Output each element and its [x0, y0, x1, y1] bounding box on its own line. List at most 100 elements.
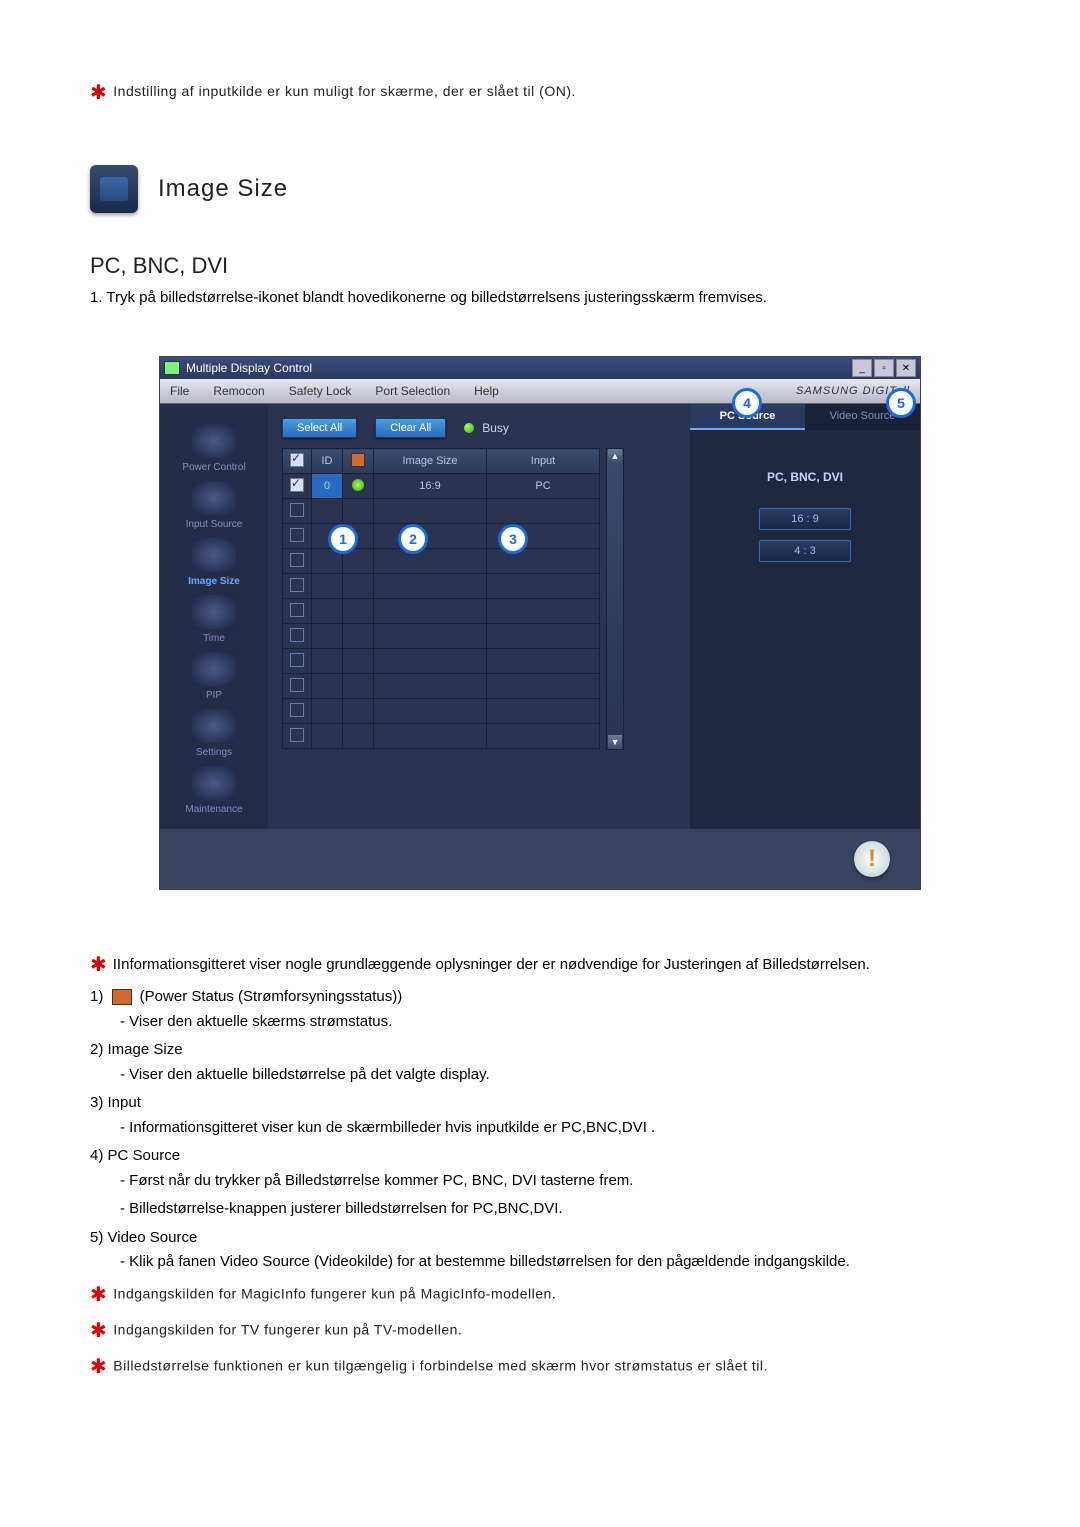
col-image-size: Image Size: [374, 449, 487, 474]
info-grid: ID Image Size Input 0 16:9 PC: [282, 448, 600, 749]
note-4-sub1: - Først når du trykker på Billedstørrels…: [90, 1170, 990, 1193]
row-checkbox[interactable]: [290, 628, 304, 642]
power-on-icon: [352, 479, 364, 491]
section-title: Image Size: [158, 175, 288, 203]
note-4-sub2: - Billedstørrelse-knappen justerer bille…: [90, 1198, 990, 1221]
menu-remocon[interactable]: Remocon: [213, 384, 264, 398]
note-text: IInformationsgitteret viser nogle grundl…: [113, 956, 870, 973]
sidebar-item-image-size[interactable]: Image Size: [188, 538, 240, 587]
intro-note-text: Indstilling af inputkilde er kun muligt …: [113, 83, 576, 99]
note-text: Billedstørrelse funktionen er kun tilgæn…: [113, 1357, 768, 1373]
row-checkbox[interactable]: [290, 553, 304, 567]
sidebar-item-settings[interactable]: Settings: [192, 709, 236, 758]
row-checkbox[interactable]: [290, 728, 304, 742]
sidebar-label: Image Size: [188, 576, 240, 587]
note-3-head: 3) Input: [90, 1092, 990, 1115]
header-checkbox[interactable]: [290, 453, 304, 467]
row-checkbox[interactable]: [290, 653, 304, 667]
cell-input: PC: [487, 474, 600, 499]
menu-port-selection[interactable]: Port Selection: [375, 384, 450, 398]
window-app-icon: [164, 361, 180, 375]
star-icon: ✱: [90, 1284, 107, 1306]
row-checkbox[interactable]: [290, 503, 304, 517]
note-text: Indgangskilden for TV fungerer kun på TV…: [113, 1321, 462, 1337]
scroll-down-icon[interactable]: ▼: [608, 735, 622, 749]
mdc-window: Multiple Display Control _ ▫ ✕ File Remo…: [159, 356, 921, 890]
row-checkbox[interactable]: [290, 678, 304, 692]
cell-size: 16:9: [374, 474, 487, 499]
note-text: Indgangskilden for MagicInfo fungerer ku…: [113, 1285, 556, 1301]
row-checkbox[interactable]: [290, 528, 304, 542]
note-4-head: 4) PC Source: [90, 1145, 990, 1168]
row-checkbox[interactable]: [290, 703, 304, 717]
ratio-16-9-button[interactable]: 16 : 9: [759, 508, 851, 530]
sidebar-item-input-source[interactable]: Input Source: [186, 481, 243, 530]
note-text: (Power Status (Strømforsyningsstatus)): [136, 988, 403, 1005]
maximize-button[interactable]: ▫: [874, 359, 894, 377]
power-header-icon: [351, 453, 365, 467]
window-footer: !: [160, 829, 920, 889]
note-1-sub: - Viser den aktuelle skærms strømstatus.: [90, 1011, 990, 1034]
menu-help[interactable]: Help: [474, 384, 499, 398]
window-titlebar: Multiple Display Control _ ▫ ✕: [160, 357, 920, 379]
sidebar-item-maintenance[interactable]: Maintenance: [185, 766, 242, 815]
callout-5: 5: [886, 388, 916, 418]
scroll-up-icon[interactable]: ▲: [608, 449, 622, 463]
col-id: ID: [312, 449, 343, 474]
note-2-sub: - Viser den aktuelle billedstørrelse på …: [90, 1064, 990, 1087]
sidebar-label: Settings: [196, 747, 232, 758]
menu-file[interactable]: File: [170, 384, 189, 398]
alert-icon: !: [854, 841, 890, 877]
note-5-head: 5) Video Source: [90, 1227, 990, 1250]
busy-dot-icon: [464, 423, 474, 433]
minimize-button[interactable]: _: [852, 359, 872, 377]
col-checkbox: [283, 449, 312, 474]
star-icon: ✱: [90, 1320, 107, 1342]
ratio-4-3-button[interactable]: 4 : 3: [759, 540, 851, 562]
close-button[interactable]: ✕: [896, 359, 916, 377]
star-icon: ✱: [90, 82, 107, 104]
callout-4: 4: [732, 388, 762, 418]
sidebar-item-power-control[interactable]: Power Control: [182, 424, 245, 473]
table-row[interactable]: [283, 699, 600, 724]
table-row[interactable]: [283, 549, 600, 574]
select-all-button[interactable]: Select All: [282, 418, 357, 438]
cell-id: 0: [312, 474, 343, 499]
sidebar-label: Input Source: [186, 519, 243, 530]
sidebar-label: Maintenance: [185, 804, 242, 815]
row-checkbox[interactable]: [290, 478, 304, 492]
image-size-section-icon: [90, 165, 138, 213]
sidebar-label: Time: [203, 633, 225, 644]
settings-icon: [192, 709, 236, 743]
row-checkbox[interactable]: [290, 603, 304, 617]
right-panel-label: PC, BNC, DVI: [690, 470, 920, 484]
note-3-sub: - Informationsgitteret viser kun de skær…: [90, 1117, 990, 1140]
star-icon: ✱: [90, 954, 107, 976]
power-control-icon: [192, 424, 236, 458]
table-row[interactable]: [283, 674, 600, 699]
callout-3: 3: [498, 524, 528, 554]
table-row[interactable]: [283, 499, 600, 524]
clear-all-button[interactable]: Clear All: [375, 418, 446, 438]
table-row[interactable]: [283, 574, 600, 599]
table-row[interactable]: [283, 599, 600, 624]
sidebar: Power Control Input Source Image Size Ti…: [160, 404, 268, 829]
footnote-availability: ✱Billedstørrelse funktionen er kun tilgæ…: [90, 1352, 990, 1382]
table-row[interactable]: [283, 649, 600, 674]
sidebar-item-pip[interactable]: PIP: [192, 652, 236, 701]
table-row[interactable]: 0 16:9 PC: [283, 474, 600, 499]
intro-note-line: ✱ Indstilling af inputkilde er kun muligt…: [90, 80, 990, 105]
callout-1: 1: [328, 524, 358, 554]
table-row[interactable]: [283, 624, 600, 649]
table-row[interactable]: [283, 724, 600, 749]
menu-safety-lock[interactable]: Safety Lock: [289, 384, 352, 398]
note-1-head: 1) (Power Status (Strømforsyningsstatus)…: [90, 986, 990, 1009]
footnote-tv: ✱ Indgangskilden for TV fungerer kun på T…: [90, 1316, 990, 1346]
time-icon: [192, 595, 236, 629]
sidebar-item-time[interactable]: Time: [192, 595, 236, 644]
window-title: Multiple Display Control: [186, 361, 312, 375]
row-checkbox[interactable]: [290, 578, 304, 592]
grid-scrollbar[interactable]: ▲ ▼: [606, 448, 624, 750]
step-1-text: 1. Tryk på billedstørrelse-ikonet blandt…: [90, 289, 990, 306]
maintenance-icon: [192, 766, 236, 800]
